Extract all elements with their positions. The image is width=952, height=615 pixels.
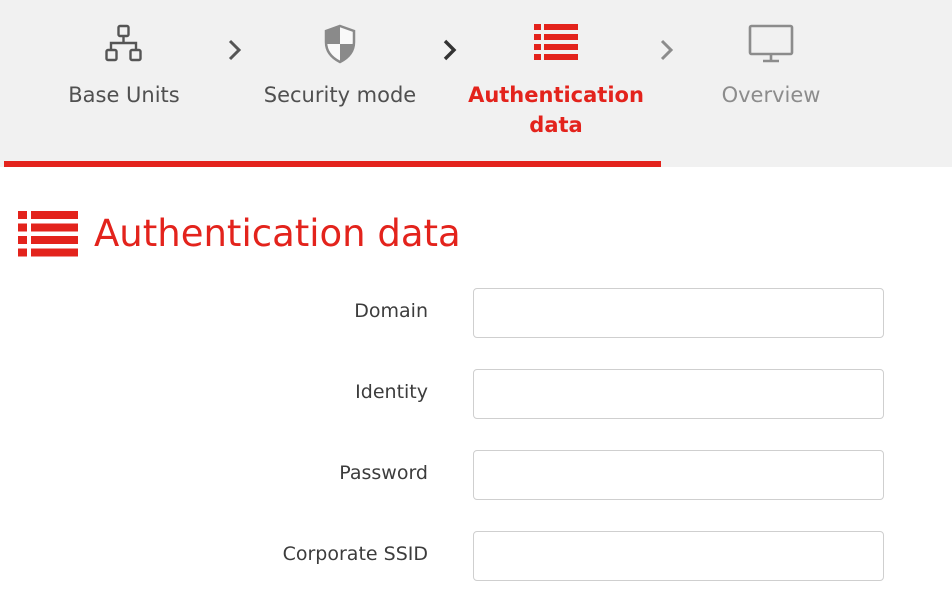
wizard-progress-bar [4,161,661,167]
wizard-stepper: Base Units Security mode Authentication … [0,0,952,167]
domain-field[interactable] [473,288,884,338]
form-row-corporate-ssid: Corporate SSID [0,531,952,583]
identity-field[interactable] [473,369,884,419]
wizard-step-security-mode[interactable]: Security mode [260,0,420,110]
chevron-right-icon [660,39,674,61]
wizard-step-overview[interactable]: Overview [712,0,830,110]
chevron-right-icon [228,39,242,61]
chevron-right-icon [443,39,457,61]
form-row-identity: Identity [0,369,952,421]
wizard-step-label: Security mode [263,83,417,107]
shield-icon [323,24,357,70]
wizard-step-authentication-data[interactable]: Authentication data [465,0,647,140]
network-icon [105,24,143,70]
wizard-step-label: Base Units [68,83,180,107]
domain-label: Domain [354,300,428,322]
list-icon [534,24,578,70]
form-row-domain: Domain [0,288,952,340]
corporate-ssid-label: Corporate SSID [282,543,428,565]
password-field[interactable] [473,450,884,500]
section-heading: Authentication data [18,208,461,260]
wizard-step-label: Authentication data [468,83,644,137]
password-label: Password [339,462,428,484]
list-icon [18,211,78,257]
form-row-password: Password [0,450,952,502]
page-title: Authentication data [94,212,461,255]
corporate-ssid-field[interactable] [473,531,884,581]
monitor-icon [748,24,794,70]
wizard-step-base-units[interactable]: Base Units [54,0,194,110]
identity-label: Identity [355,381,428,403]
wizard-step-label: Overview [721,83,821,107]
